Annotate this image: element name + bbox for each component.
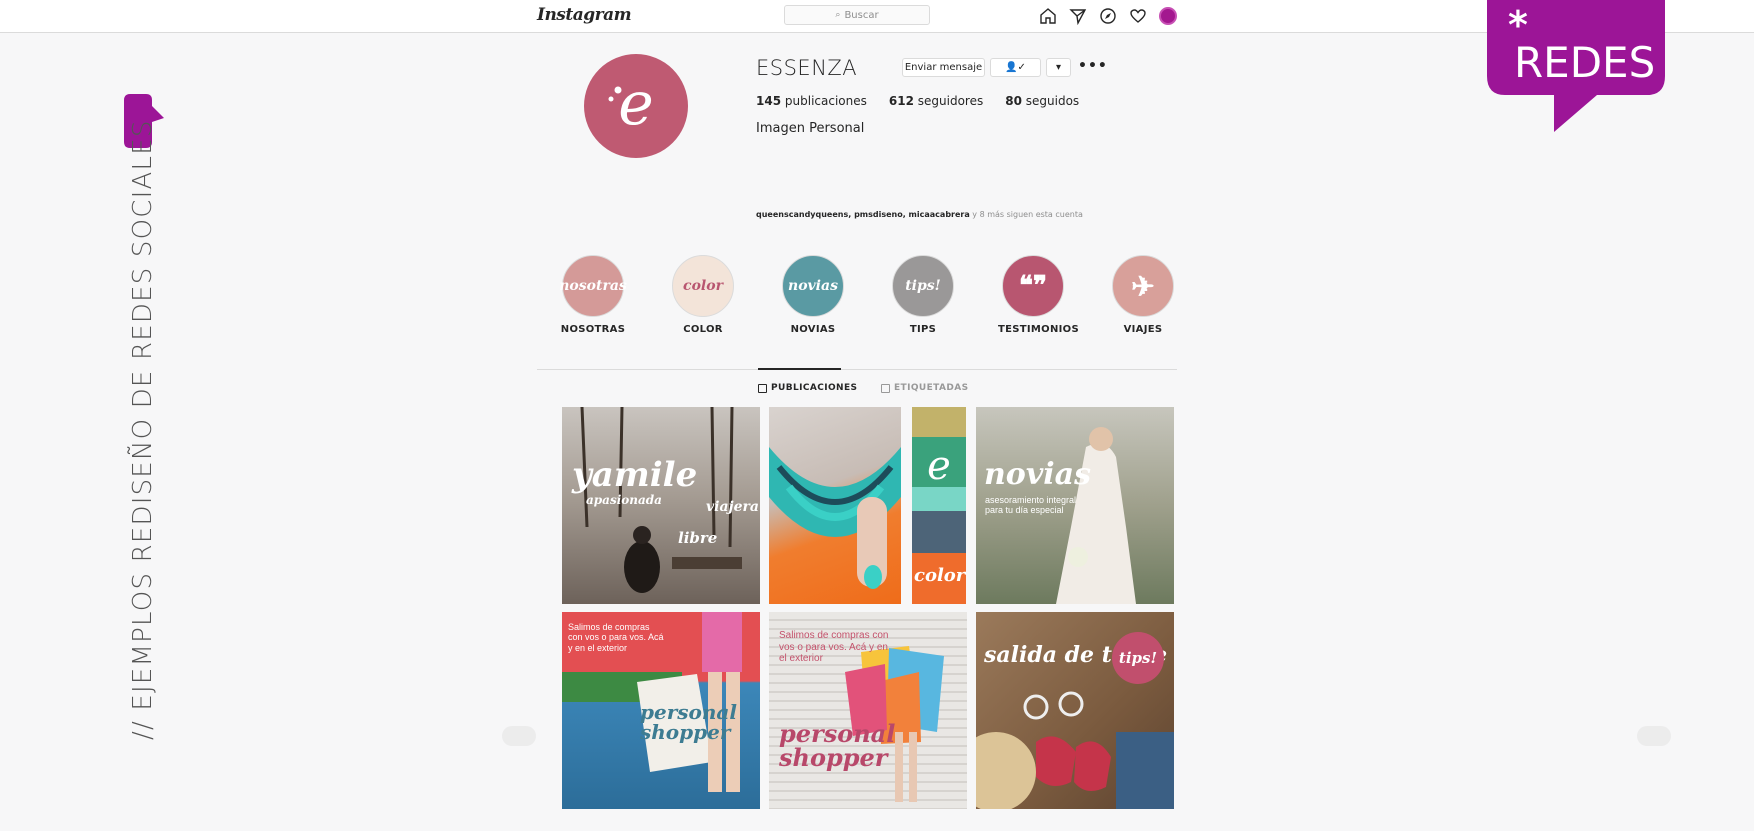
nav-icons: [1038, 6, 1178, 26]
quote-icon: ❝❞: [1002, 255, 1064, 317]
post-script-text: personal shopper: [779, 719, 896, 772]
highlight-label: NOVIAS: [790, 324, 836, 335]
explore-icon[interactable]: [1098, 6, 1118, 26]
tab-publicaciones[interactable]: PUBLICACIONES: [758, 383, 857, 393]
highlight-nosotras[interactable]: nosotras NOSOTRAS: [558, 255, 628, 335]
direct-icon[interactable]: [1068, 6, 1088, 26]
highlight-label: TIPS: [909, 324, 937, 335]
chat-bubble-right: [1637, 726, 1671, 746]
post-script-text: apasionada: [586, 493, 662, 507]
highlight-tips[interactable]: tips! TIPS: [888, 255, 958, 335]
profile-avatar[interactable]: [1158, 6, 1178, 26]
highlight-cover: nosotras: [559, 255, 627, 317]
badge-title: REDES: [1514, 38, 1656, 87]
svg-text:e: e: [927, 443, 951, 489]
highlight-label: COLOR: [683, 324, 723, 335]
profile-username: ESSENZA: [756, 56, 858, 80]
essenza-logo-icon: e: [608, 69, 654, 139]
profile-stats: 145 publicaciones 612 seguidores 80 segu…: [756, 94, 1101, 108]
post-script-text: personal shopper: [640, 700, 737, 744]
search-input[interactable]: ⌕ Buscar: [784, 5, 930, 25]
active-tab-indicator: [758, 368, 841, 370]
post-personal-shopper-1[interactable]: Salimos de compras con vos o para vos. A…: [562, 612, 760, 809]
heart-icon[interactable]: [1128, 6, 1148, 26]
post-color-palette[interactable]: e color: [912, 407, 966, 604]
highlight-viajes[interactable]: ✈ VIAJES: [1108, 255, 1178, 335]
profile-bio: Imagen Personal: [756, 121, 865, 136]
highlight-label: TESTIMONIOS: [998, 324, 1079, 335]
chevron-down-icon: ▾: [1055, 62, 1062, 73]
tag-icon: [881, 383, 890, 393]
grid-icon: [758, 383, 767, 393]
svg-text:e: e: [618, 69, 654, 139]
post-photo-necklace: [769, 447, 901, 589]
instagram-logo[interactable]: Instagram: [537, 5, 632, 25]
stat-following[interactable]: 80 seguidos: [1005, 94, 1079, 108]
home-icon[interactable]: [1038, 6, 1058, 26]
highlight-cover: color: [672, 255, 734, 317]
profile-avatar-large[interactable]: e: [584, 54, 688, 158]
tabs-divider: [537, 369, 1177, 370]
post-script-text: novias: [984, 457, 1091, 492]
highlight-novias[interactable]: novias NOVIAS: [778, 255, 848, 335]
highlight-color[interactable]: color COLOR: [668, 255, 738, 335]
post-caption-text: Salimos de compras con vos o para vos. A…: [779, 630, 889, 664]
user-check-icon: 👤✓: [1005, 62, 1026, 73]
suggestions-dropdown-button[interactable]: ▾: [1046, 58, 1071, 77]
tab-etiquetadas[interactable]: ETIQUETADAS: [881, 383, 968, 393]
side-caption: // EJEMPLOS REDISEÑO DE REDES SOCIALES: [128, 119, 158, 740]
highlight-testimonios[interactable]: ❝❞ TESTIMONIOS: [998, 255, 1079, 335]
highlight-cover: novias: [782, 255, 844, 317]
chat-bubble-left: [502, 726, 536, 746]
search-placeholder: Buscar: [844, 9, 879, 21]
search-icon: ⌕: [835, 10, 841, 20]
tips-badge: tips!: [1112, 632, 1164, 684]
stat-followers[interactable]: 612 seguidores: [889, 94, 983, 108]
post-script-text: color: [914, 565, 966, 586]
stat-posts[interactable]: 145 publicaciones: [756, 94, 867, 108]
post-script-text: libre: [678, 529, 718, 547]
post-necklace[interactable]: [769, 407, 901, 604]
post-caption-text: Salimos de compras con vos o para vos. A…: [568, 622, 664, 653]
post-yamile[interactable]: yamile apasionada viajera libre: [562, 407, 760, 604]
following-button[interactable]: 👤✓: [990, 58, 1041, 77]
post-caption-text: asesoramiento integral para tu día espec…: [985, 495, 1077, 516]
airplane-icon: ✈: [1112, 255, 1174, 317]
post-salida-de-tarde[interactable]: salida de tarde tips!: [976, 612, 1174, 809]
highlight-cover: tips!: [892, 255, 954, 317]
followed-by-text[interactable]: queenscandyqueens, pmsdiseno, micaacabre…: [756, 210, 1083, 219]
send-message-button[interactable]: Enviar mensaje: [902, 58, 985, 77]
post-script-text: yamile: [572, 455, 698, 495]
more-options-icon[interactable]: •••: [1078, 58, 1108, 74]
highlight-label: VIAJES: [1123, 324, 1163, 335]
post-novias[interactable]: novias asesoramiento integral para tu dí…: [976, 407, 1174, 604]
highlight-label: NOSOTRAS: [560, 324, 626, 335]
post-personal-shopper-2[interactable]: Salimos de compras con vos o para vos. A…: [769, 612, 967, 809]
post-script-text: viajera: [706, 499, 759, 515]
